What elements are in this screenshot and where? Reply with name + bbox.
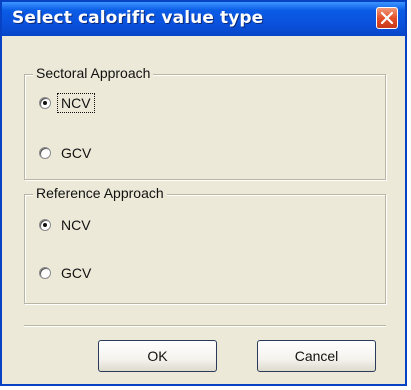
reference-approach-group: Reference Approach NCV GCV (24, 185, 386, 304)
cancel-button[interactable]: Cancel (257, 340, 376, 372)
button-separator (24, 325, 386, 327)
title-bar[interactable]: Select calorific value type (2, 2, 405, 36)
sectoral-ncv-option[interactable]: NCV (39, 93, 95, 113)
close-icon (381, 12, 393, 24)
reference-ncv-label[interactable]: NCV (59, 217, 93, 233)
dialog-window: Select calorific value type Sectoral App… (0, 0, 407, 386)
reference-ncv-option[interactable]: NCV (39, 215, 93, 235)
sectoral-approach-legend: Sectoral Approach (33, 65, 154, 81)
sectoral-ncv-radio[interactable] (39, 97, 51, 109)
close-button[interactable] (376, 7, 398, 29)
ok-button[interactable]: OK (98, 340, 217, 372)
reference-gcv-label[interactable]: GCV (59, 265, 93, 281)
reference-gcv-radio[interactable] (39, 267, 51, 279)
reference-ncv-radio[interactable] (39, 219, 51, 231)
reference-gcv-option[interactable]: GCV (39, 263, 93, 283)
sectoral-gcv-label[interactable]: GCV (59, 145, 93, 161)
sectoral-ncv-label[interactable]: NCV (57, 93, 95, 113)
sectoral-approach-group: Sectoral Approach NCV GCV (24, 65, 386, 180)
reference-approach-legend: Reference Approach (33, 185, 167, 201)
sectoral-gcv-radio[interactable] (39, 147, 51, 159)
sectoral-gcv-option[interactable]: GCV (39, 143, 93, 163)
dialog-title: Select calorific value type (12, 8, 264, 28)
